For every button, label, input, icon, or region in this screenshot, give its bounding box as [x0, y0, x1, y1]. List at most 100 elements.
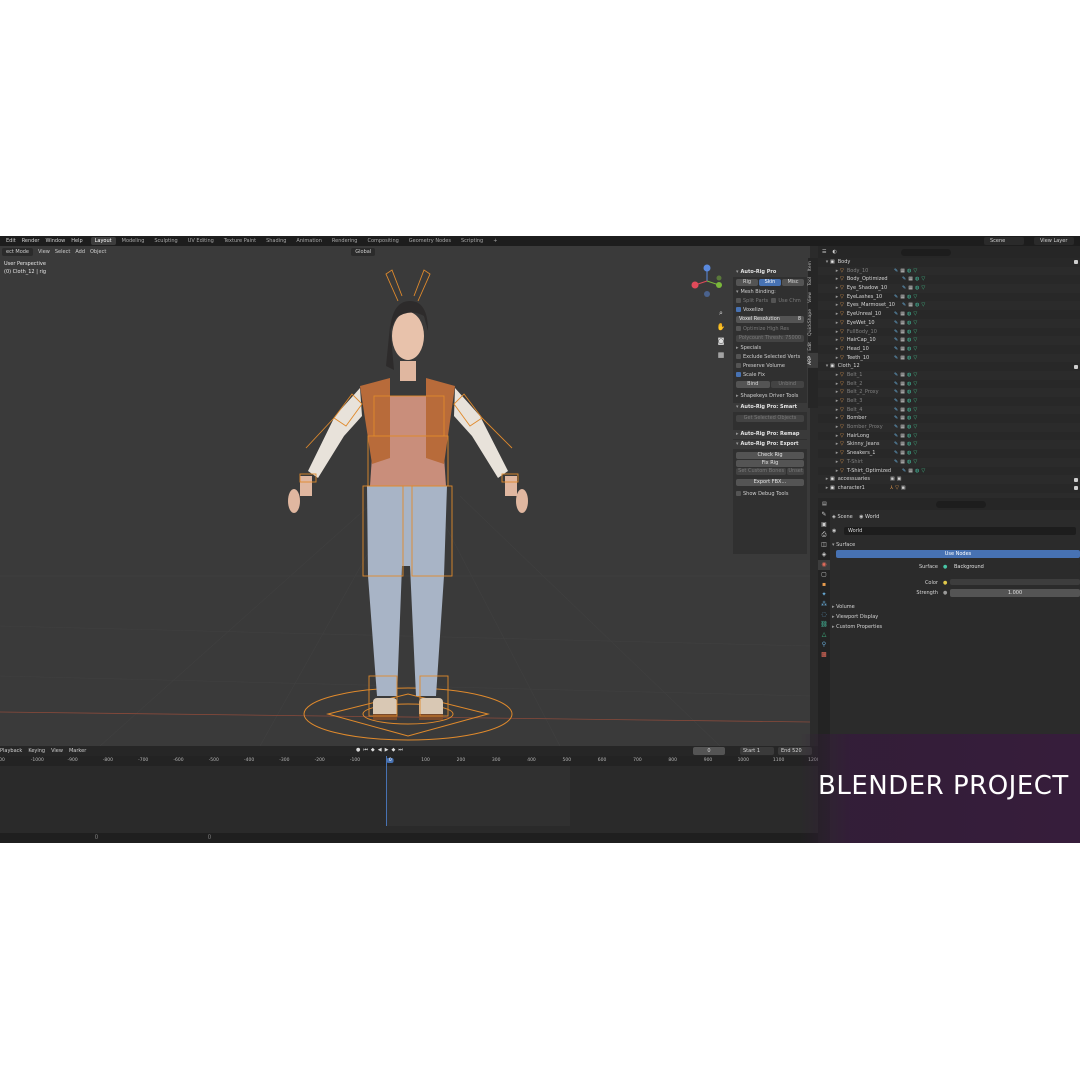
navigation-gizmo[interactable]	[690, 264, 724, 298]
properties-search-input[interactable]	[936, 501, 986, 508]
modifier-wrench-icon[interactable]: ✎	[894, 414, 898, 423]
keying-menu[interactable]: Keying	[28, 748, 45, 754]
preserve-volume-checkbox[interactable]	[736, 363, 741, 368]
material-icon[interactable]: ◍	[907, 423, 911, 432]
polycount-thresh-field[interactable]: Polycount Thresh: 75000	[736, 335, 804, 342]
outliner-object-row[interactable]: ▸ ▽ Bomber ✎ ▦ ◍ ▽	[818, 414, 1080, 424]
outliner-object-row[interactable]: ▸ ▽ Sneakers_1 ✎ ▦ ◍ ▽	[818, 449, 1080, 458]
prev-key-icon[interactable]: ◆	[371, 747, 375, 753]
viewport-display-panel-header[interactable]: ▸ Viewport Display	[832, 612, 1080, 622]
show-debug-tools-checkbox[interactable]	[736, 491, 741, 496]
current-frame-field[interactable]: 0	[693, 747, 725, 755]
material-icon[interactable]: ◍	[907, 458, 911, 467]
mesh-binding-header[interactable]: ▾ Mesh Binding:	[733, 288, 807, 297]
mesh-data-icon[interactable]: ▽	[913, 345, 917, 354]
menu-help[interactable]: Help	[71, 238, 82, 244]
surface-shader-field[interactable]: Background	[950, 563, 1080, 571]
workspace-tab-shading[interactable]: Shading	[262, 237, 290, 245]
add-menu[interactable]: Add	[75, 249, 85, 255]
bone-tab-icon[interactable]: ⚲	[818, 640, 830, 650]
tab-item[interactable]: Item	[808, 258, 818, 274]
outliner-search-input[interactable]	[900, 248, 951, 256]
mesh-data-icon[interactable]: ▽	[913, 371, 917, 380]
output-tab-icon[interactable]: ⎙	[818, 530, 830, 540]
material-icon[interactable]: ◍	[915, 301, 919, 310]
modifier-wrench-icon[interactable]: ✎	[894, 406, 898, 415]
mode-selector[interactable]: ect Mode	[2, 247, 33, 256]
material-icon[interactable]: ◍	[915, 284, 919, 293]
constraints-tab-icon[interactable]: ⛓	[818, 620, 830, 630]
modifier-wrench-icon[interactable]: ✎	[894, 371, 898, 380]
mesh-data-icon[interactable]: ▽	[913, 380, 917, 389]
outliner-object-row[interactable]: ▸ ▽ Belt_1 ✎ ▦ ◍ ▽	[818, 371, 1080, 380]
outliner-object-row[interactable]: ▸ ▽ T-Shirt_Optimized ✎ ▦ ◍ ▽	[818, 466, 1080, 476]
workspace-tab-layout[interactable]: Layout	[90, 237, 116, 245]
mesh-data-icon[interactable]: ▽	[913, 449, 917, 458]
surface-panel-header[interactable]: ▾ Surface	[832, 540, 1080, 550]
voxelize-checkbox[interactable]	[736, 307, 741, 312]
outliner-object-row[interactable]: ▸ ▽ Belt_4 ✎ ▦ ◍ ▽	[818, 406, 1080, 415]
mesh-data-icon[interactable]: ▽	[921, 467, 925, 476]
outliner-collection-row[interactable]: ▾ ▣ Cloth_12	[818, 362, 1080, 371]
tab-misc[interactable]: Misc	[782, 279, 804, 286]
modifier-wrench-icon[interactable]: ✎	[894, 380, 898, 389]
panel-header-export[interactable]: ▾ Auto-Rig Pro: Export	[733, 440, 807, 449]
exclude-checkbox[interactable]	[1074, 477, 1078, 482]
modifier-tab-icon[interactable]: ✦	[818, 590, 830, 600]
outliner-object-row[interactable]: ▸ ▽ HairCap_10 ✎ ▦ ◍ ▽	[818, 336, 1080, 345]
display-mode-icon[interactable]: ◐	[832, 249, 836, 255]
tab-tool[interactable]: Tool	[808, 274, 818, 289]
vertex-groups-icon[interactable]: ▦	[908, 301, 913, 310]
play-reverse-icon[interactable]: ◀	[378, 747, 382, 753]
world-datablock-icon[interactable]: ◉	[832, 528, 836, 534]
mesh-data-icon[interactable]: ▽	[913, 458, 917, 467]
outliner-object-row[interactable]: ▸ ▽ FullBody_10 ✎ ▦ ◍ ▽	[818, 327, 1080, 337]
strength-field[interactable]: 1.000	[950, 589, 1080, 597]
vertex-groups-icon[interactable]: ▦	[908, 467, 913, 476]
view-layer-selector[interactable]: View Layer	[1034, 237, 1074, 245]
vertex-groups-icon[interactable]: ▦	[908, 275, 913, 284]
play-icon[interactable]: ▶	[385, 747, 389, 753]
object-tab-icon[interactable]: ▪	[818, 580, 830, 590]
vertex-groups-icon[interactable]: ▦	[900, 336, 905, 345]
tab-edit[interactable]: Edit	[808, 339, 818, 354]
outliner-object-row[interactable]: ▸ ▽ Belt_3 ✎ ▦ ◍ ▽	[818, 397, 1080, 406]
mesh-data-icon[interactable]: ▽	[913, 414, 917, 423]
marker-menu[interactable]: Marker	[69, 748, 86, 754]
workspace-tab-animation[interactable]: Animation	[292, 237, 326, 245]
collection-tab-icon[interactable]: ▢	[818, 570, 830, 580]
collection-icon[interactable]: ▣	[897, 475, 902, 484]
modifier-wrench-icon[interactable]: ✎	[894, 432, 898, 441]
outliner-collection-row[interactable]: ▾ ▣ Body	[818, 258, 1080, 267]
vertex-groups-icon[interactable]: ▦	[900, 267, 905, 276]
vertex-groups-icon[interactable]: ▦	[900, 310, 905, 319]
unbind-button[interactable]: Unbind	[770, 381, 804, 388]
workspace-tab-scripting[interactable]: Scripting	[457, 237, 487, 245]
select-menu[interactable]: Select	[55, 249, 70, 255]
outliner-object-row[interactable]: ▸ ▽ EyeLashes_10 ✎ ▦ ◍ ▽	[818, 292, 1080, 302]
outliner-object-row[interactable]: ▸ ▽ Eyes_Marmoset_10 ✎ ▦ ◍ ▽	[818, 301, 1080, 310]
use-chm-checkbox[interactable]	[771, 298, 777, 303]
vertex-groups-icon[interactable]: ▦	[900, 432, 905, 441]
mesh-data-icon[interactable]: ▽	[913, 388, 917, 397]
modifier-wrench-icon[interactable]: ✎	[894, 449, 898, 458]
panel-header-auto-rig-pro[interactable]: ▾ Auto-Rig Pro	[733, 268, 807, 277]
material-icon[interactable]: ◍	[907, 440, 911, 449]
tab-skin[interactable]: Skin	[759, 279, 781, 286]
material-icon[interactable]: ◍	[915, 467, 919, 476]
menu-edit[interactable]: Edit	[6, 238, 16, 244]
mesh-data-icon[interactable]: ▽	[913, 406, 917, 415]
modifier-wrench-icon[interactable]: ✎	[902, 275, 906, 284]
modifier-wrench-icon[interactable]: ✎	[894, 354, 898, 363]
exclude-checkbox[interactable]	[1074, 364, 1078, 369]
menu-window[interactable]: Window	[46, 238, 66, 244]
scene-tab-icon[interactable]: ◈	[818, 550, 830, 560]
material-icon[interactable]: ◍	[907, 380, 911, 389]
material-icon[interactable]: ◍	[907, 414, 911, 423]
pan-hand-icon[interactable]: ✋	[716, 322, 726, 332]
properties-editor-icon[interactable]: ▤	[822, 501, 827, 507]
modifier-wrench-icon[interactable]: ✎	[902, 301, 906, 310]
unset-button[interactable]: Unset	[787, 468, 804, 475]
workspace-tab-modeling[interactable]: Modeling	[118, 237, 149, 245]
timeline-body[interactable]	[0, 756, 818, 826]
